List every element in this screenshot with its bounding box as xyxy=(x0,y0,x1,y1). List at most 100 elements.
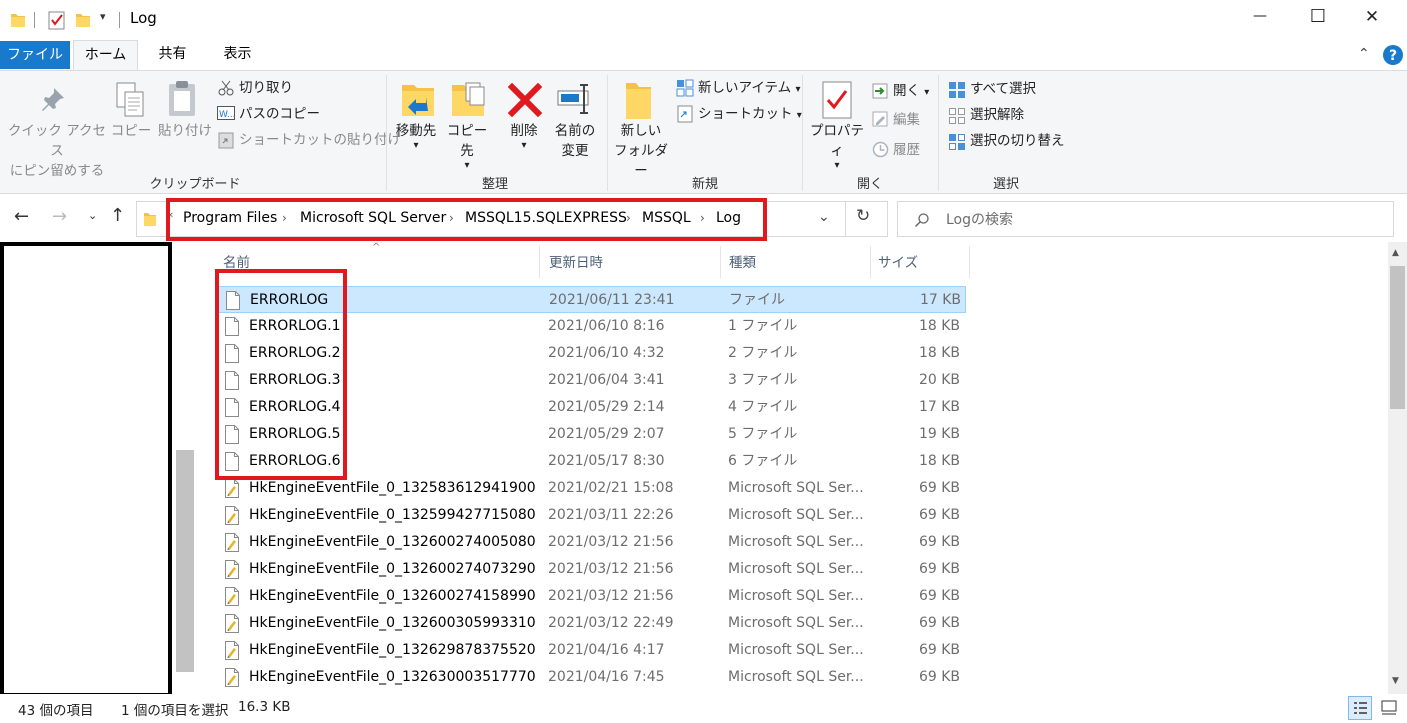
breadcrumb-chevron-icon[interactable]: › xyxy=(626,207,631,229)
large-icons-view-button[interactable] xyxy=(1378,696,1402,720)
breadcrumb-chevron-icon[interactable]: › xyxy=(449,207,454,229)
move-to-button[interactable]: 移動先 ▾ xyxy=(388,121,444,151)
table-row[interactable]: ERRORLOG.2 2021/06/10 4:32 2 ファイル 18 KB xyxy=(218,340,966,367)
tab-file[interactable]: ファイル xyxy=(0,41,70,69)
new-folder-icon[interactable] xyxy=(75,11,91,29)
table-row[interactable]: HkEngineEventFile_0_1326300035177700... 2… xyxy=(218,664,966,691)
column-header-name[interactable]: 名前 xyxy=(223,250,250,276)
recent-locations-chevron-icon[interactable]: ⌄ xyxy=(88,209,97,222)
select-all-button[interactable]: すべて選択 xyxy=(970,78,1036,100)
invert-selection-button[interactable]: 選択の切り替え xyxy=(970,130,1065,152)
delete-button[interactable]: 削除 ▾ xyxy=(500,121,548,151)
history-button[interactable]: 履歴 xyxy=(893,139,920,161)
navigation-pane[interactable] xyxy=(0,242,196,697)
copy-path-button[interactable]: パスのコピー xyxy=(239,103,320,125)
column-separator[interactable] xyxy=(539,246,540,278)
scrollbar-thumb[interactable] xyxy=(1390,266,1405,409)
copy-button[interactable]: コピー xyxy=(108,121,154,141)
details-view-button[interactable] xyxy=(1348,696,1372,720)
file-list[interactable]: ^ 名前 更新日時 種類 サイズ ERRORLOG 2021/06/11 23:4… xyxy=(196,242,1388,694)
table-row[interactable]: HkEngineEventFile_0_1326002740050800... 2… xyxy=(218,529,966,556)
history-icon xyxy=(872,141,889,158)
file-date: 2021/06/10 4:32 xyxy=(548,345,665,361)
new-item-button[interactable]: 新しいアイテム ▾ xyxy=(698,77,800,99)
rename-button[interactable]: 名前の 変更 xyxy=(548,121,602,161)
properties-button[interactable]: プロパティ ▾ xyxy=(804,121,870,171)
new-folder-button[interactable]: 新しい フォルダー xyxy=(608,121,674,181)
search-input[interactable]: Logの検索 xyxy=(897,201,1394,237)
file-size: 69 KB xyxy=(918,534,960,550)
help-icon[interactable]: ? xyxy=(1382,44,1404,66)
breadcrumb-instance[interactable]: MSSQL15.SQLEXPRESS xyxy=(465,207,627,229)
pin-icon xyxy=(42,88,64,111)
file-name: HkEngineEventFile_0_1326002741589900... xyxy=(249,588,535,604)
table-row[interactable]: HkEngineEventFile_0_1326002741589900... 2… xyxy=(218,583,966,610)
table-row[interactable]: ERRORLOG.5 2021/05/29 2:07 5 ファイル 19 KB xyxy=(218,421,966,448)
select-none-button[interactable]: 選択解除 xyxy=(970,104,1024,126)
column-header-date[interactable]: 更新日時 xyxy=(549,250,603,276)
scroll-down-arrow-icon[interactable]: ▼ xyxy=(1392,676,1399,686)
file-type: 4 ファイル xyxy=(728,399,798,415)
scroll-up-arrow-icon[interactable]: ▲ xyxy=(1392,248,1399,258)
column-separator[interactable] xyxy=(969,246,970,278)
back-arrow-icon[interactable]: ← xyxy=(14,206,29,227)
refresh-icon[interactable]: ↻ xyxy=(856,206,870,226)
minimize-button[interactable]: — xyxy=(1240,8,1280,24)
table-row[interactable]: ERRORLOG.6 2021/05/17 8:30 6 ファイル 18 KB xyxy=(218,448,966,475)
file-type: Microsoft SQL Ser... xyxy=(728,615,864,631)
close-button[interactable]: ✕ xyxy=(1352,7,1392,27)
tab-share[interactable]: 共有 xyxy=(145,40,200,70)
column-header-type[interactable]: 種類 xyxy=(729,250,756,276)
divider xyxy=(845,201,846,237)
properties-icon[interactable] xyxy=(48,10,66,30)
pin-quick-access-button[interactable]: クイック アクセス にピン留めする xyxy=(4,121,110,181)
column-separator[interactable] xyxy=(720,246,721,278)
shortcut-icon xyxy=(677,105,693,123)
table-row[interactable]: HkEngineEventFile_0_1326003059933100... 2… xyxy=(218,610,966,637)
tab-view[interactable]: 表示 xyxy=(210,40,265,70)
table-row[interactable]: ERRORLOG.1 2021/06/10 8:16 1 ファイル 18 KB xyxy=(218,313,966,340)
table-row[interactable]: HkEngineEventFile_0_1326298783755200... 2… xyxy=(218,637,966,664)
forward-arrow-icon[interactable]: → xyxy=(52,206,67,227)
breadcrumb-chevron-icon[interactable]: › xyxy=(700,207,705,229)
column-header-size[interactable]: サイズ xyxy=(878,250,918,276)
shortcut-button[interactable]: ショートカット ▾ xyxy=(698,103,802,125)
edit-button[interactable]: 編集 xyxy=(893,109,920,131)
breadcrumb-log[interactable]: Log xyxy=(716,207,741,229)
tab-home[interactable]: ホーム xyxy=(73,40,138,71)
file-size: 17 KB xyxy=(918,399,960,415)
table-row[interactable]: HkEngineEventFile_0_1325836129419000... 2… xyxy=(218,475,966,502)
file-size: 69 KB xyxy=(918,669,960,685)
properties-icon xyxy=(822,81,852,119)
cut-button[interactable]: 切り取り xyxy=(239,77,293,99)
paste-button[interactable]: 貼り付け xyxy=(156,121,214,141)
properties-label: プロパティ xyxy=(810,123,864,159)
breadcrumb-overflow-icon[interactable]: ‹ xyxy=(169,208,173,221)
open-button[interactable]: 開く ▾ xyxy=(893,80,929,102)
table-row[interactable]: ERRORLOG.3 2021/06/04 3:41 3 ファイル 20 KB xyxy=(218,367,966,394)
nav-scrollbar-thumb[interactable] xyxy=(176,450,194,672)
copy-icon xyxy=(116,82,144,117)
table-row[interactable]: HkEngineEventFile_0_1325994277150800... 2… xyxy=(218,502,966,529)
breadcrumb-sql-server[interactable]: Microsoft SQL Server xyxy=(300,207,446,229)
column-separator[interactable] xyxy=(870,246,871,278)
maximize-button[interactable]: ☐ xyxy=(1298,6,1338,27)
table-row[interactable]: HkEngineEventFile_0_1326002740732900... 2… xyxy=(218,556,966,583)
file-type: Microsoft SQL Ser... xyxy=(728,642,864,658)
file-size: 20 KB xyxy=(918,372,960,388)
breadcrumb-chevron-icon[interactable]: › xyxy=(282,207,287,229)
selection-count: 1 個の項目を選択 xyxy=(121,703,229,719)
vertical-scrollbar[interactable]: ▲ ▼ xyxy=(1388,242,1407,694)
table-row[interactable]: ERRORLOG.4 2021/05/29 2:14 4 ファイル 17 KB xyxy=(218,394,966,421)
paste-shortcut-button[interactable]: ショートカットの貼り付け xyxy=(239,129,401,151)
chevron-up-icon[interactable]: ⌃ xyxy=(1358,46,1370,62)
redacted-panel xyxy=(0,242,172,697)
address-dropdown-chevron-icon[interactable]: ⌄ xyxy=(818,209,830,225)
customize-quick-access-icon[interactable]: ▾ xyxy=(100,10,106,23)
breadcrumb-program-files[interactable]: Program Files xyxy=(183,207,277,229)
breadcrumb-mssql[interactable]: MSSQL xyxy=(642,207,691,229)
table-row[interactable]: ERRORLOG 2021/06/11 23:41 ファイル 17 KB xyxy=(218,286,966,313)
copy-to-button[interactable]: コピー先 ▾ xyxy=(442,121,492,171)
up-arrow-icon[interactable]: ↑ xyxy=(110,205,125,226)
file-date: 2021/05/29 2:07 xyxy=(548,426,665,442)
